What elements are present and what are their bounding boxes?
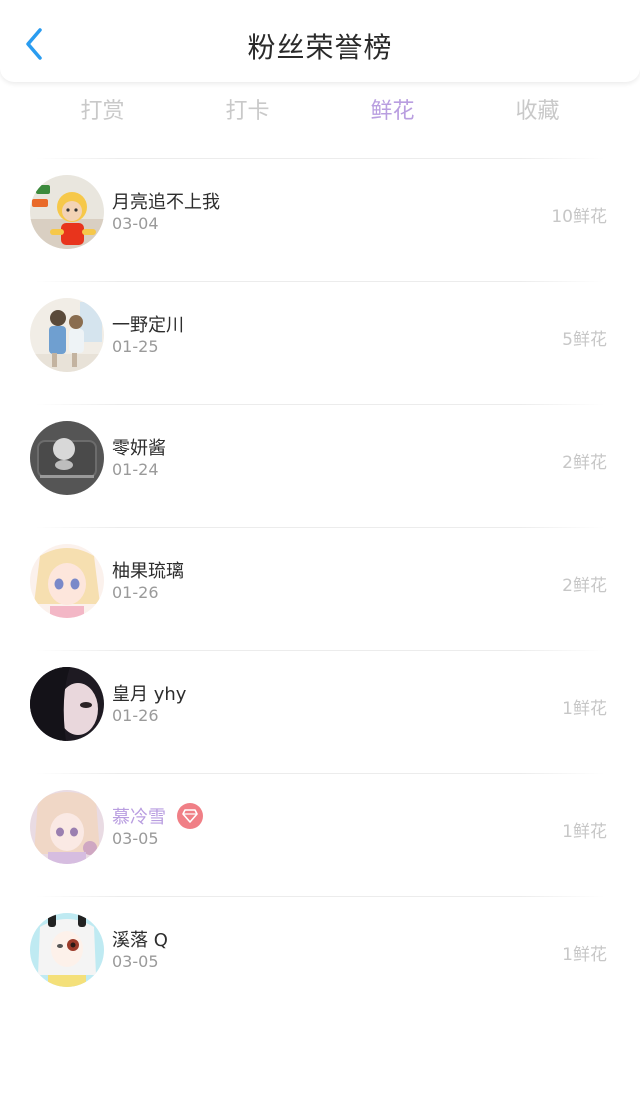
list-item[interactable]: 柚果琉璃 01-26 2鲜花 <box>0 527 640 650</box>
flower-count: 1鲜花 <box>562 945 607 965</box>
fan-name: 皇月 yhy <box>112 684 187 705</box>
fan-name: 溪落 Q <box>112 930 168 951</box>
page-title: 粉丝荣誉榜 <box>247 31 393 64</box>
tab-flowers[interactable]: 鲜花 <box>320 92 465 132</box>
tab-checkin[interactable]: 打卡 <box>175 92 320 132</box>
list-item[interactable]: 零妍酱 01-24 2鲜花 <box>0 404 640 527</box>
list-item[interactable]: 溪落 Q 03-05 1鲜花 <box>0 896 640 1019</box>
fan-date: 03-05 <box>112 829 159 848</box>
avatar <box>30 544 104 618</box>
fan-name: 柚果琉璃 <box>112 561 184 582</box>
fan-date: 01-25 <box>112 337 159 356</box>
fan-date: 03-04 <box>112 214 159 233</box>
avatar <box>30 913 104 987</box>
fan-list: 月亮追不上我 03-04 10鲜花 一野定川 01-25 5鲜花 零妍酱 01-… <box>0 158 640 1019</box>
diamond-icon <box>177 803 203 829</box>
fan-date: 01-24 <box>112 460 159 479</box>
fan-name: 月亮追不上我 <box>112 192 220 213</box>
list-item[interactable]: 慕冷雪 03-05 1鲜花 <box>0 773 640 896</box>
fan-name: 慕冷雪 <box>112 803 203 829</box>
tab-favorites[interactable]: 收藏 <box>465 92 610 132</box>
flower-count: 10鲜花 <box>551 207 607 227</box>
fan-date: 01-26 <box>112 583 159 602</box>
flower-count: 1鲜花 <box>562 699 607 719</box>
avatar <box>30 421 104 495</box>
tab-bar: 打赏 打卡 鲜花 收藏 <box>30 92 610 132</box>
tab-reward[interactable]: 打赏 <box>30 92 175 132</box>
fan-date: 03-05 <box>112 952 159 971</box>
list-item[interactable]: 一野定川 01-25 5鲜花 <box>0 281 640 404</box>
flower-count: 2鲜花 <box>562 453 607 473</box>
avatar <box>30 298 104 372</box>
fan-name: 一野定川 <box>112 315 184 336</box>
avatar <box>30 175 104 249</box>
fan-date: 01-26 <box>112 706 159 725</box>
flower-count: 1鲜花 <box>562 822 607 842</box>
list-item[interactable]: 月亮追不上我 03-04 10鲜花 <box>0 158 640 281</box>
fan-name: 零妍酱 <box>112 438 166 459</box>
top-bar: 粉丝荣誉榜 <box>0 0 640 82</box>
list-item[interactable]: 皇月 yhy 01-26 1鲜花 <box>0 650 640 773</box>
flower-count: 5鲜花 <box>562 330 607 350</box>
flower-count: 2鲜花 <box>562 576 607 596</box>
avatar <box>30 790 104 864</box>
avatar <box>30 667 104 741</box>
